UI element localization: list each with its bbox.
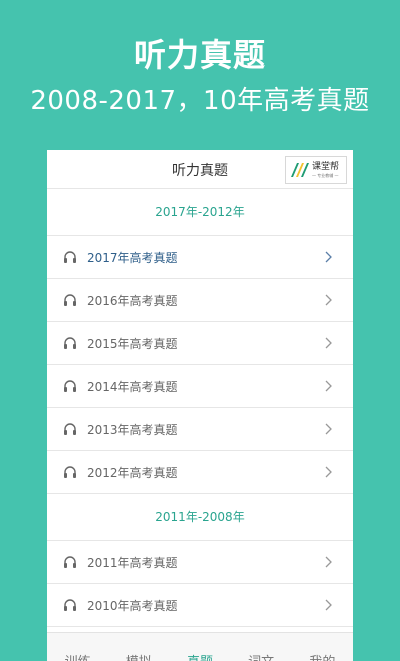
chevron-right-icon — [325, 599, 332, 611]
bottom-tab-bar: 训练 模拟 真题 词文 我的 — [47, 632, 353, 661]
brand-text: 课堂帮 一 专业教辅 一 — [312, 162, 339, 179]
chevron-right-icon — [325, 380, 332, 392]
headphones-icon — [64, 380, 76, 392]
hero-title: 听力真题 — [133, 36, 266, 74]
chevron-right-icon — [325, 337, 332, 349]
tab-training[interactable]: 训练 — [65, 633, 91, 661]
list-item-2011[interactable]: 2011年高考真题 — [47, 541, 353, 584]
chevron-right-icon — [325, 423, 332, 435]
list-item-label: 2014年高考真题 — [87, 379, 178, 394]
list-item-label: 2010年高考真题 — [87, 598, 178, 613]
list-item-label: 2012年高考真题 — [87, 465, 178, 480]
list-item-label: 2013年高考真题 — [87, 422, 178, 437]
headphones-icon — [64, 294, 76, 306]
tab-mock[interactable]: 模拟 — [126, 633, 152, 661]
list-item-label: 2016年高考真题 — [87, 293, 178, 308]
list-item-2013[interactable]: 2013年高考真题 — [47, 408, 353, 451]
list-item-2016[interactable]: 2016年高考真题 — [47, 279, 353, 322]
section-recent: 2017年-2012年 2017年高考真题 2016年高考真题 2015年高考真… — [47, 189, 353, 494]
brand-tagline: 一 专业教辅 一 — [312, 172, 339, 178]
headphones-icon — [64, 466, 76, 478]
chevron-right-icon — [325, 294, 332, 306]
tab-past-papers[interactable]: 真题 — [187, 633, 213, 661]
tab-mine[interactable]: 我的 — [309, 633, 335, 661]
list-item-label: 2011年高考真题 — [87, 555, 178, 570]
list-item-2012[interactable]: 2012年高考真题 — [47, 451, 353, 494]
hero-subtitle: 2008-2017，10年高考真题 — [30, 86, 370, 116]
list-item-2015[interactable]: 2015年高考真题 — [47, 322, 353, 365]
section-earlier: 2011年-2008年 2011年高考真题 2010年高考真题 — [47, 494, 353, 627]
chevron-right-icon — [325, 556, 332, 568]
list-item-label: 2017年高考真题 — [87, 250, 178, 265]
brand-mark-icon — [288, 159, 310, 181]
list-item-2017[interactable]: 2017年高考真题 — [47, 236, 353, 279]
headphones-icon — [64, 599, 76, 611]
brand-logo: 课堂帮 一 专业教辅 一 — [285, 156, 347, 184]
list-item-label: 2015年高考真题 — [87, 336, 178, 351]
app-screen: 听力真题 课堂帮 一 专业教辅 一 2017年-2012年 2017年高考真题 — [47, 150, 353, 660]
headphones-icon — [64, 423, 76, 435]
headphones-icon — [64, 556, 76, 568]
list-item-2014[interactable]: 2014年高考真题 — [47, 365, 353, 408]
section-header-2017-2012: 2017年-2012年 — [47, 189, 353, 236]
chevron-right-icon — [325, 251, 332, 263]
chevron-right-icon — [325, 466, 332, 478]
brand-name: 课堂帮 — [312, 161, 340, 172]
section-header-2011-2008: 2011年-2008年 — [47, 494, 353, 541]
list-item-2010[interactable]: 2010年高考真题 — [47, 584, 353, 627]
tab-vocabulary[interactable]: 词文 — [248, 633, 274, 661]
app-header: 听力真题 课堂帮 一 专业教辅 一 — [47, 150, 353, 189]
headphones-icon — [64, 337, 76, 349]
headphones-icon — [64, 251, 76, 263]
